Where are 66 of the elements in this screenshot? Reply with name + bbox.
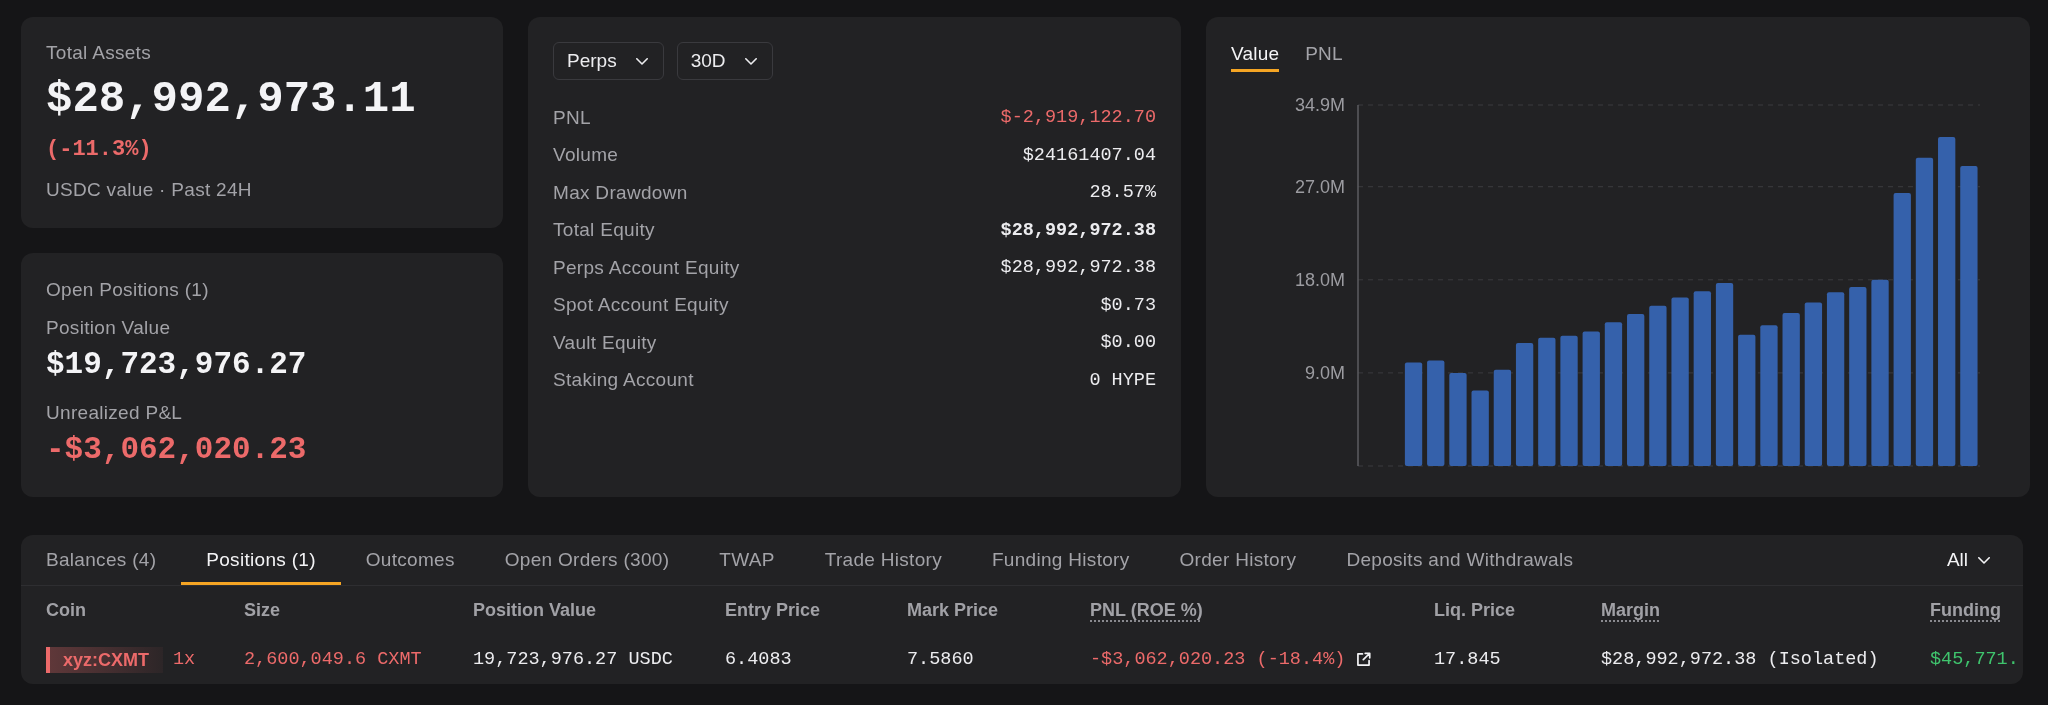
stat-label: Volume [553,144,619,167]
chevron-down-icon [744,57,757,65]
chart-tab[interactable]: Value [1231,43,1280,72]
column-header: Coin [46,600,86,621]
column-header: Funding [1930,600,2001,621]
tab[interactable]: Balances (4) [21,535,182,585]
tab[interactable]: Outcomes [340,535,480,585]
leverage-label: 1x [173,649,196,670]
value-note: USDC value · Past 24H [46,178,252,202]
stat-value: 28.57% [1089,182,1156,204]
column-header: Size [244,600,281,621]
stat-value: $0.73 [1100,294,1156,316]
filter-dropdown[interactable]: 30D [676,42,773,80]
column-header: Margin [1601,600,1660,621]
filter-dropdown[interactable]: All [1946,549,1990,571]
table-cell: 19,723,976.27 USDC [473,649,673,670]
table-cell: 6.4083 [725,649,792,670]
stat-label: Perps Account Equity [553,256,740,279]
metric-label: Position Value [46,316,171,340]
position-value: $19,723,976.27 [46,346,307,384]
table-cell: 2,600,049.6 CXMT [244,649,422,670]
tab[interactable]: Funding History [966,535,1155,585]
external-link-icon[interactable] [1356,652,1372,667]
column-header: Entry Price [725,600,821,621]
stat-label: Staking Account [553,369,694,392]
filter-dropdown[interactable]: Perps [553,42,664,80]
metric-label: Unrealized P&L [46,401,183,425]
stat-value: $28,992,972.38 [1000,219,1156,241]
stat-label: Spot Account Equity [553,294,729,317]
card-title: Total Assets [46,41,151,65]
axis-label: 18.0M [1294,269,1345,290]
tab[interactable]: TWAP [694,535,800,585]
stat-value: $0.00 [1100,332,1156,354]
stat-label: Vault Equity [553,331,657,354]
tab[interactable]: Trade History [799,535,967,585]
table-cell: -$3,062,020.23 (-18.4%) [1090,649,1346,670]
table-cell: 7.5860 [907,649,974,670]
tab[interactable]: Open Orders (300) [479,535,695,585]
stat-value: 0 HYPE [1089,369,1156,391]
coin-tag[interactable]: xyz:CXMT [46,646,163,673]
column-header: Position Value [473,600,597,621]
tab[interactable]: Positions (1) [181,535,341,585]
chart-tab[interactable]: PNL [1305,43,1343,72]
chevron-down-icon [1978,556,1990,564]
column-header: PNL (ROE %) [1090,600,1203,621]
unrealized-pnl-value: -$3,062,020.23 [46,431,307,469]
chevron-down-icon [635,57,648,65]
stat-value: $24161407.04 [1022,144,1156,166]
total-assets-value: $28,992,973.11 [46,73,416,125]
axis-label: 27.0M [1294,176,1345,197]
table-cell: 17.845 [1434,649,1501,670]
axis-label: 34.9M [1294,95,1345,115]
column-header: Mark Price [907,600,999,621]
column-header: Liq. Price [1434,600,1516,621]
stat-label: Max Drawdown [553,181,688,204]
change-percent: (-11.3%) [46,136,152,164]
tab[interactable]: Deposits and Withdrawals [1321,535,1599,585]
card-title: Open Positions (1) [46,278,209,302]
stat-value: $28,992,972.38 [1000,257,1156,279]
stat-label: PNL [553,106,591,129]
axis-label: 9.0M [1304,362,1345,383]
table-cell: $28,992,972.38 (Isolated) [1601,649,1879,670]
stat-label: Total Equity [553,219,655,242]
tab[interactable]: Order History [1154,535,1322,585]
stat-value: $-2,919,122.70 [1000,107,1156,129]
table-cell: $45,771. [1930,649,2019,670]
